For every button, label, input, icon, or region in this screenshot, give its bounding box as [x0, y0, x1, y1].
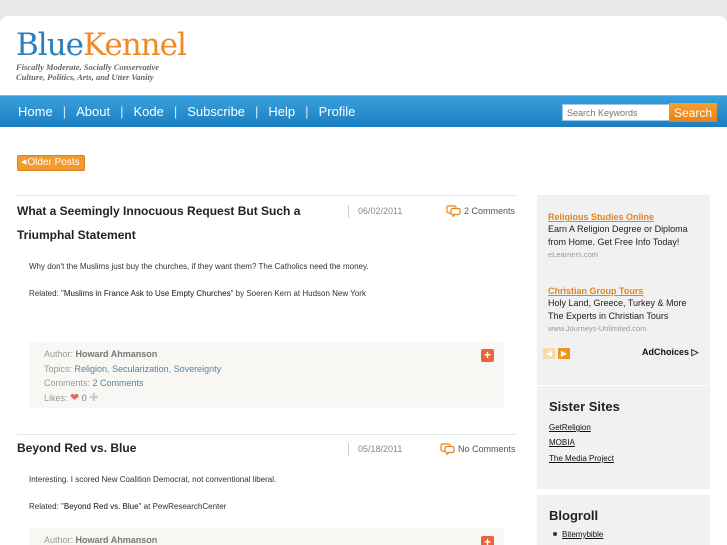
topic-link[interactable]: Religion — [75, 364, 108, 374]
post-comments-link[interactable]: No Comments — [440, 443, 516, 455]
ad-text: Earn A Religion Degree or Diploma — [548, 224, 688, 234]
right-arrow-icon[interactable]: ▶ — [558, 348, 570, 359]
related-suffix: " by Soeren Kern at Hudson New York — [230, 289, 366, 298]
post-title[interactable]: What a Seemingly Innocuous Request But S… — [17, 199, 337, 247]
blogroll-link[interactable]: Bitemybible — [562, 530, 603, 539]
likes-label: Likes: — [44, 392, 71, 403]
author-name: Howard Ahmanson — [75, 349, 158, 359]
sister-link-media-project[interactable]: The Media Project — [549, 454, 614, 463]
post-divider — [17, 195, 516, 196]
related-suffix: " at PewResearchCenter — [138, 502, 227, 511]
sister-sites-heading: Sister Sites — [549, 399, 620, 414]
adchoices-link[interactable]: AdChoices ▷ — [642, 347, 698, 358]
author-label: Author: — [44, 535, 76, 545]
nav-kode[interactable]: Kode — [133, 104, 163, 119]
plus-icon[interactable]: + — [481, 536, 494, 545]
post-comments-link[interactable]: 2 Comments — [446, 205, 515, 217]
comment-bubble-icon — [446, 205, 461, 217]
post-title-line: What a Seemingly Innocuous Request But S… — [17, 204, 301, 218]
main-nav: Home | About | Kode | Subscribe | Help |… — [0, 95, 727, 127]
topics-label: Topics: — [44, 363, 75, 374]
sister-link-getreligion[interactable]: GetReligion — [549, 423, 591, 432]
logo-blue-part: Blue — [16, 27, 84, 63]
search-button[interactable]: Search — [669, 103, 717, 122]
nav-separator: | — [255, 104, 259, 119]
post-date: 05/18/2011 — [348, 443, 402, 456]
related-link[interactable]: Muslims in France Ask to Use Empty Churc… — [64, 289, 231, 298]
post-body: Why don't the Muslims just buy the churc… — [29, 262, 369, 271]
nav-separator: | — [305, 104, 309, 119]
post-meta: + Author: Howard Ahmanson Topics: Religi… — [29, 342, 504, 408]
ad-item[interactable]: Christian Group Tours Holy Land, Greece,… — [548, 285, 708, 334]
blogroll-heading: Blogroll — [549, 508, 599, 523]
tagline-line1: Fiscally Moderate, Socially Conservative — [16, 62, 160, 72]
nav-separator: | — [120, 104, 124, 119]
older-posts-button[interactable]: ◀ Older Posts — [17, 155, 85, 171]
post-title[interactable]: Beyond Red vs. Blue — [17, 436, 337, 460]
heart-icon[interactable]: ❤ — [70, 392, 79, 404]
ad-title[interactable]: Christian Group Tours — [548, 285, 708, 297]
sister-link-mobia[interactable]: MOBIA — [549, 438, 575, 447]
related-prefix: Related: " — [29, 502, 64, 511]
like-plus-icon[interactable]: ✚ — [89, 392, 98, 404]
post-related: Related: "Muslims in France Ask to Use E… — [29, 289, 366, 298]
comment-bubble-icon — [440, 443, 455, 455]
nav-home[interactable]: Home — [18, 104, 53, 119]
site-logo[interactable]: BlueKennel Fiscally Moderate, Socially C… — [16, 27, 187, 82]
topic-link[interactable]: Secularization — [112, 364, 169, 374]
author-label: Author: — [44, 349, 76, 359]
plus-icon[interactable]: + — [481, 349, 494, 362]
ad-title[interactable]: Religious Studies Online — [548, 211, 708, 223]
meta-comments-link[interactable]: 2 Comments — [93, 378, 144, 388]
left-arrow-icon[interactable]: ◀ — [543, 348, 555, 359]
nav-separator: | — [173, 104, 178, 119]
ad-url[interactable]: www.Journeys-Unlimited.com — [548, 323, 708, 334]
related-prefix: Related: " — [29, 289, 64, 298]
older-posts-label: Older Posts — [27, 157, 80, 168]
nav-profile[interactable]: Profile — [319, 104, 356, 119]
post-body: Interesting. I scored New Coalition Demo… — [29, 475, 277, 484]
topic-link[interactable]: Sovereignty — [174, 364, 222, 374]
logo-title: BlueKennel — [16, 27, 187, 63]
post-date: 06/02/2011 — [348, 205, 402, 218]
likes-count[interactable]: 0 — [82, 393, 87, 403]
tagline-line2: Culture, Politics, Arts, and Utter Vanit… — [16, 72, 154, 82]
nav-separator: | — [62, 104, 67, 119]
post-title-line: Triumphal Statement — [17, 228, 136, 242]
nav-help[interactable]: Help — [268, 104, 295, 119]
ad-text: from Home. Get Free Info Today! — [548, 237, 680, 247]
search-input[interactable] — [562, 104, 670, 121]
related-link[interactable]: Beyond Red vs. Blue — [64, 502, 139, 511]
ad-text: Holy Land, Greece, Turkey & More — [548, 298, 687, 308]
nav-about[interactable]: About — [76, 104, 110, 119]
logo-orange-part: Kennel — [83, 27, 187, 63]
post-divider — [17, 434, 516, 435]
page: BlueKennel Fiscally Moderate, Socially C… — [0, 16, 727, 545]
comments-count[interactable]: No Comments — [458, 444, 516, 454]
comments-count[interactable]: 2 Comments — [464, 206, 515, 216]
nav-subscribe[interactable]: Subscribe — [187, 104, 245, 119]
left-arrow-icon: ◀ — [21, 159, 27, 166]
ad-url[interactable]: eLearners.com — [548, 249, 708, 260]
post-meta: + Author: Howard Ahmanson — [29, 528, 504, 545]
ad-item[interactable]: Religious Studies Online Earn A Religion… — [548, 211, 708, 260]
bullet — [553, 532, 557, 536]
ad-text: The Experts in Christian Tours — [548, 311, 669, 321]
comments-label: Comments: — [44, 378, 93, 388]
author-name: Howard Ahmanson — [75, 535, 158, 545]
post-related: Related: "Beyond Red vs. Blue" at PewRes… — [29, 502, 226, 511]
